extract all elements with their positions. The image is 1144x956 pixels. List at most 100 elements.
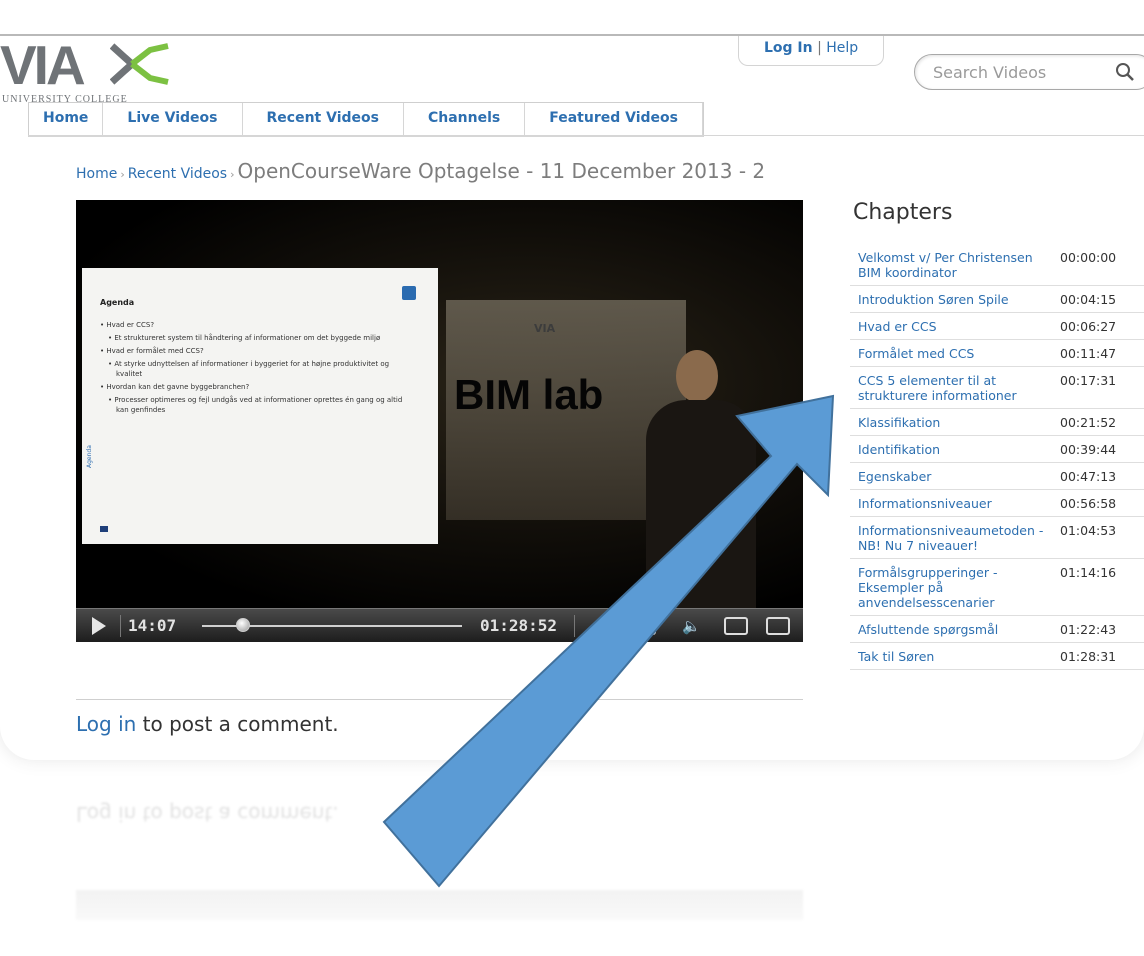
chapter-time: 00:47:13 — [1060, 469, 1117, 484]
slide-bullet: Hvordan kan det gavne byggebranchen? — [100, 382, 415, 392]
chapter-row[interactable]: Tak til Søren 01:28:31 — [850, 643, 1144, 670]
seek-handle[interactable] — [236, 618, 251, 632]
login-link[interactable]: Log In — [764, 40, 813, 56]
slide-logo-icon — [402, 286, 416, 300]
chapter-title[interactable]: Afsluttende spørgsmål — [850, 622, 1056, 637]
slide-footer-logo-icon — [100, 526, 108, 532]
chapter-time: 00:11:47 — [1060, 346, 1117, 361]
chapter-title[interactable]: Informationsniveauer — [850, 496, 1056, 511]
chapter-title[interactable]: Informationsniveaumetoden - NB! Nu 7 niv… — [850, 523, 1056, 553]
control-divider — [120, 615, 121, 637]
chapter-title[interactable]: Egenskaber — [850, 469, 1056, 484]
video-frame[interactable]: Agenda Hvad er CCS? Et struktureret syst… — [76, 200, 803, 608]
chapter-time: 01:28:31 — [1060, 649, 1117, 664]
comment-divider — [76, 699, 803, 700]
logo-arrows-icon — [110, 43, 169, 85]
chapter-row[interactable]: Egenskaber 00:47:13 — [850, 463, 1144, 490]
slide-subbullet: Processer optimeres og fejl undgås ved a… — [100, 395, 415, 415]
chapter-time: 00:00:00 — [1060, 250, 1117, 265]
chapter-row[interactable]: Identifikation 00:39:44 — [850, 436, 1144, 463]
fullscreen-icon[interactable] — [766, 617, 790, 635]
chapter-row[interactable]: Hvad er CCS 00:06:27 — [850, 313, 1144, 340]
room-logo: VIA — [534, 322, 556, 335]
slide-body: Hvad er CCS? Et struktureret system til … — [100, 320, 415, 418]
comment-prompt-text: to post a comment. — [136, 712, 339, 736]
presentation-slide: Agenda Hvad er CCS? Et struktureret syst… — [82, 268, 438, 544]
comment-prompt: Log in to post a comment. — [76, 712, 339, 736]
slide-bullet: Hvad er CCS? — [100, 320, 415, 330]
help-link[interactable]: Help — [826, 40, 858, 56]
chapter-row[interactable]: Informationsniveaumetoden - NB! Nu 7 niv… — [850, 517, 1144, 559]
settings-gear-icon[interactable] — [596, 618, 614, 636]
presenter-body — [646, 400, 756, 608]
room-sign: BIM lab — [454, 371, 604, 418]
page-frame: VIA UNIVERSITY COLLEGE Log In | Help Hom… — [0, 0, 1144, 760]
breadcrumb: Home › Recent Videos › OpenCourseWare Optage… — [76, 159, 765, 183]
chapter-time: 00:17:31 — [1060, 373, 1117, 388]
volume-icon[interactable]: 🔈 — [682, 617, 701, 635]
reflection-fade — [0, 760, 1144, 956]
nav-channels[interactable]: Channels — [404, 103, 526, 136]
nav-featured-videos[interactable]: Featured Videos — [525, 103, 703, 136]
chapters-list: Velkomst v/ Per Christensen BIM koordina… — [850, 244, 1144, 670]
presenter — [646, 350, 756, 608]
chapter-row[interactable]: Formålet med CCS 00:11:47 — [850, 340, 1144, 367]
chapter-row[interactable]: Velkomst v/ Per Christensen BIM koordina… — [850, 244, 1144, 286]
chapter-title[interactable]: Identifikation — [850, 442, 1056, 457]
duration: 01:28:52 — [480, 616, 558, 635]
chapter-time: 00:04:15 — [1060, 292, 1117, 307]
chapter-row[interactable]: Informationsniveauer 00:56:58 — [850, 490, 1144, 517]
video-player[interactable]: Agenda Hvad er CCS? Et struktureret syst… — [76, 200, 803, 642]
main-nav: Home Live Videos Recent Videos Channels … — [28, 102, 704, 137]
nav-recent-videos[interactable]: Recent Videos — [243, 103, 404, 136]
chapter-time: 00:06:27 — [1060, 319, 1117, 334]
chapter-title[interactable]: Klassifikation — [850, 415, 1056, 430]
nav-live-videos[interactable]: Live Videos — [103, 103, 243, 136]
top-rule — [0, 34, 1144, 36]
chapter-title[interactable]: Velkomst v/ Per Christensen BIM koordina… — [850, 250, 1056, 280]
slide-title: Agenda — [100, 298, 135, 307]
chapter-row[interactable]: Introduktion Søren Spile 00:04:15 — [850, 286, 1144, 313]
chapter-time: 00:39:44 — [1060, 442, 1117, 457]
breadcrumb-separator: › — [230, 168, 235, 181]
player-controls: 14:07 01:28:52 🔈 — [76, 608, 803, 642]
control-divider — [574, 615, 575, 637]
chapter-time: 01:14:16 — [1060, 565, 1117, 580]
chapter-title[interactable]: Introduktion Søren Spile — [850, 292, 1056, 307]
login-to-comment-link[interactable]: Log in — [76, 712, 136, 736]
breadcrumb-home[interactable]: Home — [76, 166, 117, 182]
nav-rule — [28, 135, 1144, 136]
chapter-title[interactable]: CCS 5 elementer til at strukturere infor… — [850, 373, 1056, 403]
breadcrumb-separator: › — [120, 168, 125, 181]
play-icon[interactable] — [92, 617, 106, 635]
slide-side-label: Agenda — [86, 445, 93, 468]
popout-icon[interactable] — [724, 617, 748, 635]
chapters-title: Chapters — [853, 200, 953, 225]
search-icon[interactable] — [1115, 62, 1135, 82]
chapter-time: 00:56:58 — [1060, 496, 1117, 511]
presenter-head — [676, 350, 718, 402]
page-reflection: Log in to post a comment. — [0, 760, 1144, 956]
chapter-title[interactable]: Formålet med CCS — [850, 346, 1056, 361]
slide-subbullet: Et struktureret system til håndtering af… — [100, 333, 415, 343]
current-time: 14:07 — [128, 616, 177, 635]
chapter-row[interactable]: Afsluttende spørgsmål 01:22:43 — [850, 616, 1144, 643]
captions-icon[interactable] — [632, 617, 656, 635]
chapter-title[interactable]: Hvad er CCS — [850, 319, 1056, 334]
chapter-row[interactable]: CCS 5 elementer til at strukturere infor… — [850, 367, 1144, 409]
page-title: OpenCourseWare Optagelse - 11 December 2… — [237, 159, 766, 183]
chapter-time: 01:04:53 — [1060, 523, 1117, 538]
slide-bullet: Hvad er formålet med CCS? — [100, 346, 415, 356]
search-box — [914, 54, 1144, 90]
chapter-row[interactable]: Klassifikation 00:21:52 — [850, 409, 1144, 436]
search-input[interactable] — [931, 62, 1105, 83]
chapter-title[interactable]: Formålsgrupperinger - Eksempler på anven… — [850, 565, 1056, 610]
chapter-row[interactable]: Formålsgrupperinger - Eksempler på anven… — [850, 559, 1144, 616]
chapter-title[interactable]: Tak til Søren — [850, 649, 1056, 664]
logo-text: VIA — [0, 34, 86, 96]
nav-home[interactable]: Home — [29, 103, 104, 136]
breadcrumb-recent-videos[interactable]: Recent Videos — [128, 166, 227, 182]
slide-subbullet: At styrke udnyttelsen af informationer i… — [100, 359, 415, 379]
login-separator: | — [817, 40, 822, 56]
login-help-box: Log In | Help — [738, 36, 884, 66]
